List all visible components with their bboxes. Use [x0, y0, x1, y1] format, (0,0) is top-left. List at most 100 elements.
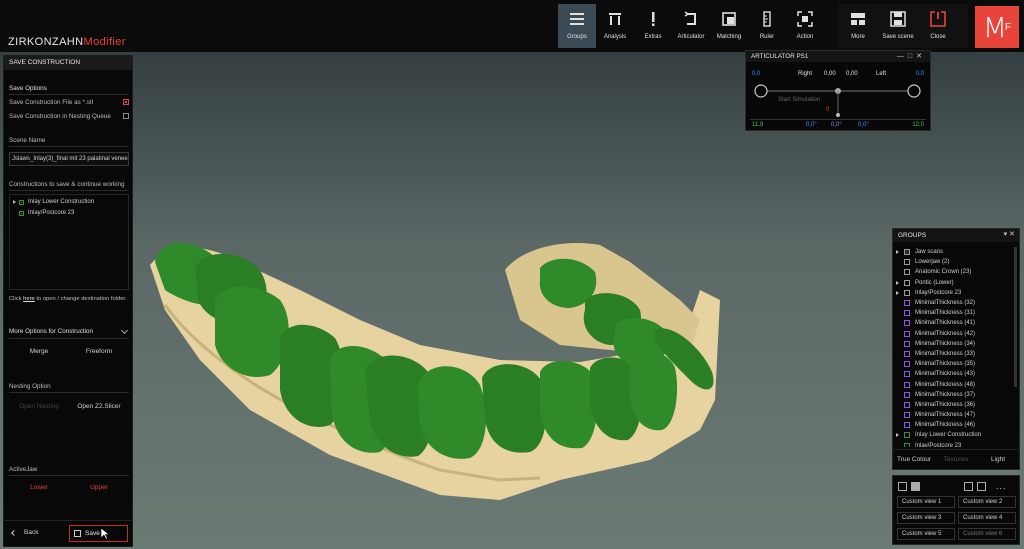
- expand-arrow-icon[interactable]: [896, 250, 904, 255]
- group-item[interactable]: MinimalThickness (36): [896, 400, 1014, 410]
- window-controls[interactable]: —□✕: [897, 52, 926, 60]
- group-item[interactable]: Anatomic Crown (23): [896, 267, 1014, 277]
- articulator-left-value[interactable]: 0,00: [846, 71, 858, 77]
- group-visibility-checkbox[interactable]: [904, 269, 910, 276]
- group-item[interactable]: MinimalThickness (31): [896, 308, 1014, 318]
- group-visibility-checkbox[interactable]: [904, 361, 910, 368]
- textures-button[interactable]: Textures: [935, 450, 977, 469]
- group-visibility-checkbox[interactable]: [904, 300, 910, 307]
- group-item[interactable]: MinimalThickness (48): [896, 379, 1014, 389]
- custom-view-3-button[interactable]: Custom view 3: [897, 512, 955, 524]
- save-stl-checkbox[interactable]: [123, 99, 129, 105]
- group-item[interactable]: MinimalThickness (46): [896, 420, 1014, 430]
- expand-arrow-icon[interactable]: [13, 200, 16, 204]
- view-box-icon[interactable]: [898, 481, 907, 491]
- view-split-right-icon[interactable]: [977, 481, 986, 491]
- left-handle[interactable]: [754, 84, 768, 98]
- group-item[interactable]: MinimalThickness (43): [896, 369, 1014, 379]
- divider: [9, 338, 129, 339]
- open-slicer-button[interactable]: Open Z2.Slicer: [69, 399, 129, 415]
- groups-window-controls[interactable]: ▾ ✕: [1004, 230, 1015, 238]
- expand-arrow-icon[interactable]: [896, 433, 904, 438]
- light-button[interactable]: Light: [977, 450, 1019, 469]
- group-visibility-checkbox[interactable]: [904, 350, 910, 357]
- articulator-right-value[interactable]: 0,00: [824, 71, 836, 77]
- group-visibility-checkbox[interactable]: [904, 391, 910, 398]
- group-visibility-checkbox[interactable]: [904, 442, 910, 447]
- group-visibility-checkbox[interactable]: [904, 289, 910, 296]
- group-item-label: Inlay Lower Construction: [915, 432, 982, 439]
- group-item[interactable]: MinimalThickness (33): [896, 349, 1014, 359]
- constructions-tree: Inlay Lower Construction Inlay/Postcore …: [9, 194, 129, 290]
- view-solid-icon[interactable]: [911, 481, 920, 491]
- group-item[interactable]: MinimalThickness (34): [896, 339, 1014, 349]
- save-button[interactable]: Save: [69, 525, 128, 542]
- articulator-slider[interactable]: [746, 79, 932, 119]
- group-visibility-checkbox[interactable]: [904, 340, 910, 347]
- group-visibility-checkbox[interactable]: [904, 401, 910, 408]
- freeform-button[interactable]: Freeform: [69, 344, 129, 360]
- custom-view-5-button[interactable]: Custom view 5: [897, 528, 955, 540]
- save-nesting-label: Save Construction in Nesting Queue: [9, 113, 111, 120]
- group-visibility-checkbox[interactable]: [904, 259, 910, 266]
- view-split-left-icon[interactable]: [964, 481, 973, 491]
- group-visibility-checkbox[interactable]: [904, 432, 910, 439]
- group-item[interactable]: MinimalThickness (47): [896, 410, 1014, 420]
- custom-view-4-button[interactable]: Custom view 4: [958, 512, 1016, 524]
- back-button[interactable]: Back: [11, 529, 38, 536]
- articulator-left-label: Left: [876, 71, 887, 77]
- group-item[interactable]: MinimalThickness (32): [896, 298, 1014, 308]
- group-visibility-checkbox[interactable]: [904, 381, 910, 388]
- group-item-label: Pontic (Lower): [915, 279, 954, 286]
- scene-name-input[interactable]: Jslaws_Inlay(3)_final mit 23 palatinal v…: [9, 152, 129, 166]
- save-nesting-checkbox[interactable]: [123, 113, 129, 119]
- groups-scrollbar[interactable]: [1014, 247, 1017, 387]
- group-visibility-checkbox[interactable]: [904, 320, 910, 327]
- group-visibility-checkbox[interactable]: [904, 422, 910, 429]
- group-item[interactable]: MinimalThickness (41): [896, 318, 1014, 328]
- group-visibility-checkbox[interactable]: [904, 279, 910, 286]
- triangle-icon: [896, 280, 899, 285]
- group-item[interactable]: Inlay/Postcore 23: [896, 441, 1014, 447]
- tree-item[interactable]: Inlay/Postcore 23: [19, 210, 74, 216]
- group-visibility-checkbox[interactable]: [904, 412, 910, 419]
- custom-view-1-button[interactable]: Custom view 1: [897, 496, 955, 508]
- group-item[interactable]: Inlay/Postcore 23: [896, 288, 1014, 298]
- collapse-chevron-icon[interactable]: [120, 326, 129, 335]
- triangle-icon: [896, 250, 899, 255]
- group-item[interactable]: MinimalThickness (35): [896, 359, 1014, 369]
- group-item[interactable]: Lowerjaw (2): [896, 257, 1014, 267]
- more-options-heading: More Options for Construction: [9, 328, 93, 335]
- group-item-label: MinimalThickness (37): [915, 391, 976, 398]
- start-simulation-button[interactable]: Start Simulation: [778, 97, 820, 103]
- custom-view-2-button[interactable]: Custom view 2: [958, 496, 1016, 508]
- true-colour-button[interactable]: True Colour: [893, 450, 935, 469]
- group-visibility-checkbox[interactable]: [904, 310, 910, 317]
- upper-jaw-button[interactable]: Upper: [69, 480, 129, 496]
- custom-view-6-button[interactable]: Custom view 6: [958, 528, 1016, 540]
- lower-jaw-button[interactable]: Lower: [9, 480, 69, 496]
- green-checkbox-icon[interactable]: [19, 199, 24, 205]
- group-visibility-checkbox[interactable]: [904, 249, 910, 256]
- group-item[interactable]: Jaw scans: [896, 247, 1014, 257]
- save-stl-label: Save Construction File as *.stl: [9, 99, 93, 106]
- expand-arrow-icon[interactable]: [896, 290, 904, 295]
- group-item-label: MinimalThickness (36): [915, 401, 976, 408]
- group-item[interactable]: MinimalThickness (42): [896, 329, 1014, 339]
- green-checkbox-icon[interactable]: [19, 210, 24, 216]
- active-jaw-label: ActiveJaw: [9, 466, 38, 473]
- group-item[interactable]: Pontic (Lower): [896, 278, 1014, 288]
- group-item-label: MinimalThickness (47): [915, 412, 976, 419]
- group-item[interactable]: Inlay Lower Construction: [896, 430, 1014, 440]
- group-item-label: MinimalThickness (46): [915, 422, 976, 429]
- group-visibility-checkbox[interactable]: [904, 330, 910, 337]
- merge-button[interactable]: Merge: [9, 344, 69, 360]
- group-item[interactable]: MinimalThickness (37): [896, 390, 1014, 400]
- more-options-icon[interactable]: ...: [996, 481, 1007, 491]
- expand-arrow-icon[interactable]: [896, 280, 904, 285]
- group-visibility-checkbox[interactable]: [904, 371, 910, 378]
- tree-item[interactable]: Inlay Lower Construction: [13, 199, 94, 205]
- open-nesting-button[interactable]: Open Nesting: [9, 399, 69, 415]
- right-handle[interactable]: [907, 84, 921, 98]
- destination-link[interactable]: here: [23, 296, 35, 302]
